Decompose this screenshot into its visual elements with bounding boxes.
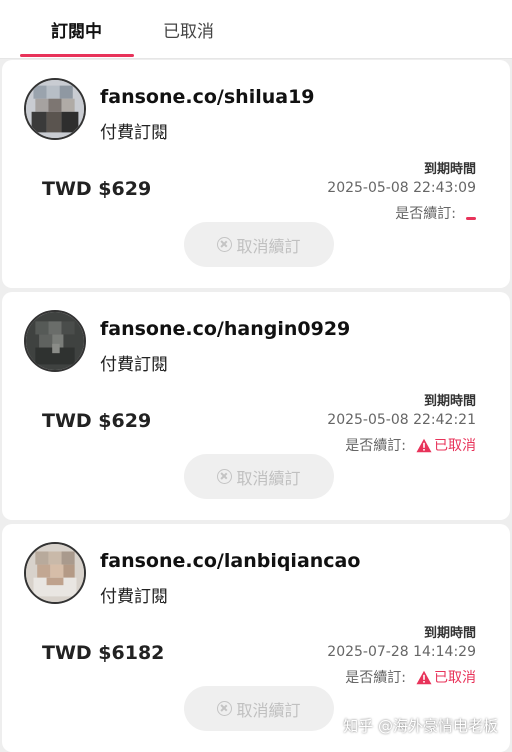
renew-row: 是否續訂: 已取消	[345, 667, 476, 687]
loading-indicator-icon	[466, 216, 476, 220]
avatar	[24, 310, 86, 372]
expiry-time: 2025-05-08 22:43:09	[327, 180, 476, 196]
renew-label: 是否續訂:	[345, 670, 406, 686]
warning-icon	[416, 438, 432, 452]
cancel-renewal-label: 取消續訂	[236, 700, 301, 720]
creator-handle[interactable]: fansone.co/lanbiqiancao	[100, 550, 360, 572]
avatar	[24, 542, 86, 604]
cancel-renewal-button[interactable]: 取消續訂	[184, 222, 334, 267]
cancel-renewal-button[interactable]: 取消續訂	[184, 454, 334, 499]
price: TWD $6182	[42, 642, 165, 664]
cancel-renewal-button[interactable]: 取消續訂	[184, 686, 334, 731]
watermark: 知乎 @海外豪情电老板	[343, 717, 498, 735]
renew-row: 是否續訂:	[395, 203, 476, 223]
warning-icon	[416, 670, 432, 684]
cancel-renewal-label: 取消續訂	[236, 236, 301, 256]
renew-label: 是否續訂:	[345, 438, 406, 454]
circle-x-icon	[217, 237, 233, 252]
renew-status-text: 已取消	[434, 438, 476, 454]
expiry-label: 到期時間	[423, 394, 476, 409]
subscription-card: fansone.co/hangin0929 付費訂閱 到期時間 TWD $629…	[2, 292, 510, 520]
renew-status-text: 已取消	[434, 670, 476, 686]
subscription-type: 付費訂閱	[100, 355, 168, 375]
tab-cancelled[interactable]: 已取消	[163, 17, 214, 42]
expiry-label: 到期時間	[423, 162, 476, 177]
expiry-time: 2025-07-28 14:14:29	[327, 644, 476, 660]
subscription-card: fansone.co/shilua19 付費訂閱 到期時間 TWD $629 2…	[2, 60, 510, 288]
cancel-renewal-label: 取消續訂	[236, 468, 301, 488]
tab-bar: 訂閱中 已取消	[0, 0, 512, 59]
creator-handle[interactable]: fansone.co/shilua19	[100, 86, 315, 108]
price: TWD $629	[42, 178, 152, 200]
active-tab-indicator	[20, 54, 134, 57]
renew-status-badge: 已取消	[416, 435, 476, 455]
renew-status-badge: 已取消	[416, 667, 476, 687]
renew-row: 是否續訂: 已取消	[345, 435, 476, 455]
subscription-type: 付費訂閱	[100, 587, 168, 607]
renew-label: 是否續訂:	[395, 206, 456, 222]
expiry-time: 2025-05-08 22:42:21	[327, 412, 476, 428]
expiry-label: 到期時間	[423, 626, 476, 641]
circle-x-icon	[217, 701, 233, 716]
circle-x-icon	[217, 469, 233, 484]
creator-handle[interactable]: fansone.co/hangin0929	[100, 318, 350, 340]
price: TWD $629	[42, 410, 152, 432]
tab-subscribed[interactable]: 訂閱中	[51, 17, 102, 42]
avatar	[24, 78, 86, 140]
subscription-type: 付費訂閱	[100, 123, 168, 143]
